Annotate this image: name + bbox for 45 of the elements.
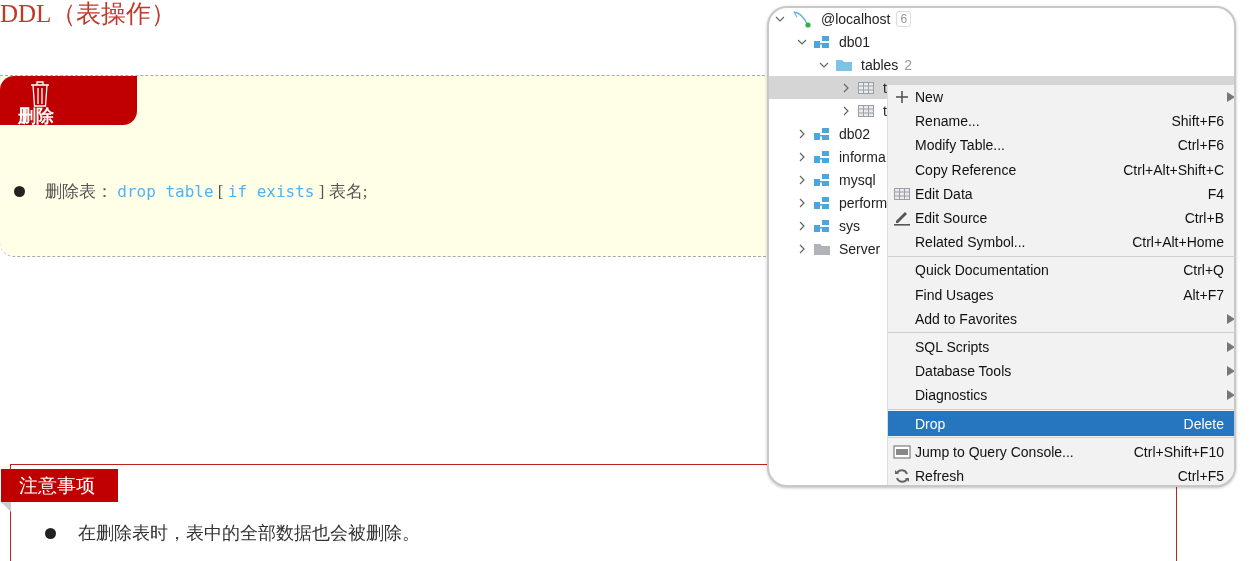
menu-label: Copy Reference <box>915 161 1018 178</box>
shortcut-text: Shift+F6 <box>1171 113 1224 130</box>
shortcut-text: Ctrl+F5 <box>1177 467 1224 484</box>
tree-label: mysql <box>839 171 876 188</box>
tree-label: perform <box>839 194 888 211</box>
shortcut-text: Ctrl+B <box>1184 210 1224 227</box>
notes-label: 注意事项 <box>1 469 118 502</box>
menu-label: Modify Table... <box>915 137 1006 154</box>
shortcut-text: F4 <box>1207 185 1224 202</box>
tree-label: t <box>883 102 887 119</box>
menu-label: Rename... <box>915 113 981 130</box>
tree-label: t <box>883 79 887 96</box>
item-count: 2 <box>904 56 913 73</box>
menu-label: Refresh <box>915 467 966 484</box>
menu-label: Edit Source <box>915 210 989 227</box>
menu-label: Add to Favorites <box>915 310 1018 327</box>
shortcut-text: Ctrl+F6 <box>1177 137 1224 154</box>
page-title: DDL（表操作） <box>0 0 177 29</box>
tree-label: Server <box>839 240 881 257</box>
tree-label: informa <box>839 148 886 165</box>
menu-label: SQL Scripts <box>915 338 991 355</box>
bullet-text: 在删除表时，表中的全部数据也会被删除。 <box>78 522 420 545</box>
menu-label: Database Tools <box>915 363 1013 380</box>
shortcut-text: Delete <box>1183 415 1224 432</box>
shortcut-text: Ctrl+Alt+Home <box>1132 234 1224 251</box>
menu-label: Drop <box>915 415 947 432</box>
tree-label: db01 <box>839 33 871 50</box>
shortcut-text: Ctrl+Q <box>1183 262 1224 279</box>
menu-label: Jump to Query Console... <box>915 443 1075 460</box>
tree-label: @localhost <box>821 10 891 27</box>
tree-label: tables <box>861 56 899 73</box>
menu-label: Edit Data <box>915 185 974 202</box>
shortcut-text: Ctrl+Alt+Shift+C <box>1123 161 1224 178</box>
count-badge: 6 <box>896 10 912 27</box>
bullet-text: 删除表： drop table [ if exists ] 表名; <box>45 181 368 203</box>
tree-label: sys <box>839 217 860 234</box>
menu-label: Diagnostics <box>915 387 989 404</box>
menu-label: Find Usages <box>915 286 995 303</box>
tab-label: 删除 <box>18 107 54 125</box>
shortcut-text: Ctrl+Shift+F10 <box>1133 443 1224 460</box>
menu-label: Quick Documentation <box>915 262 1050 279</box>
tree-label: db02 <box>839 125 871 142</box>
menu-label: Related Symbol... <box>915 234 1027 251</box>
menu-label: New <box>915 89 944 106</box>
shortcut-text: Alt+F7 <box>1183 286 1224 303</box>
